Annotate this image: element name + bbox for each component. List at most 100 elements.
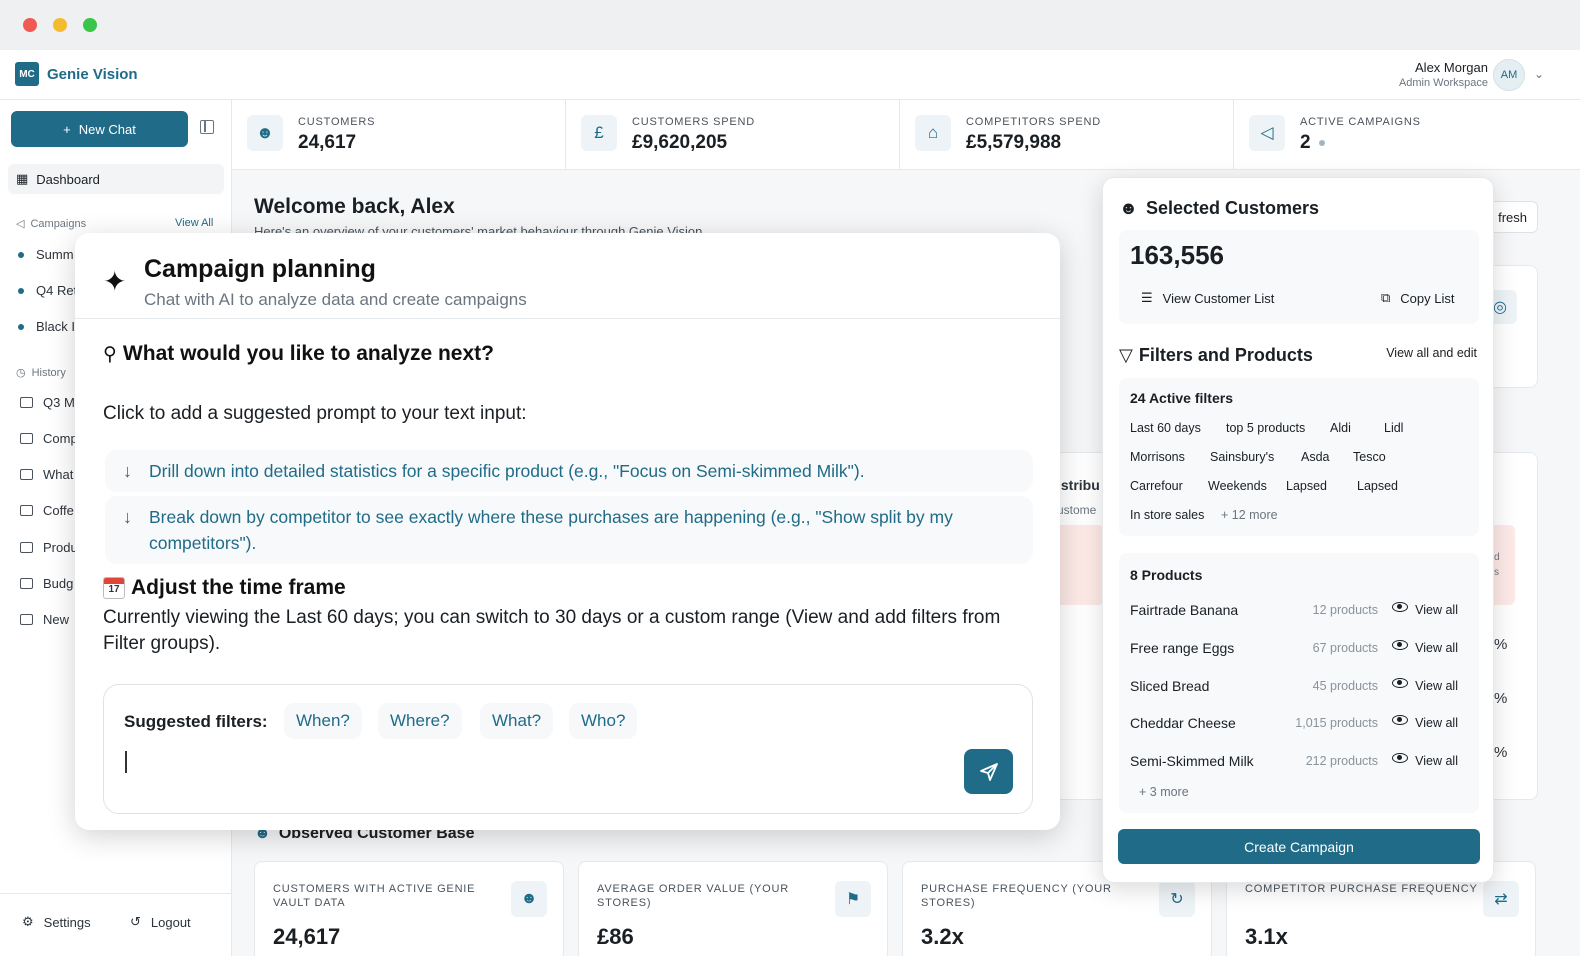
stat-label: COMPETITOR PURCHASE FREQUENCY — [1245, 883, 1478, 895]
filter-tag[interactable]: Morrisons — [1123, 446, 1192, 468]
filter-tag[interactable]: Carrefour — [1123, 475, 1190, 497]
filter-tag[interactable]: In store sales — [1123, 504, 1212, 526]
page-title: Welcome back, Alex — [254, 195, 455, 218]
users-icon: ☻ — [247, 115, 283, 151]
filter-tag[interactable]: Lapsed — [1279, 475, 1335, 497]
filter-chip-who[interactable]: Who? — [569, 703, 638, 739]
filter-tag[interactable]: Lidl — [1377, 417, 1411, 439]
sidebar-campaign-item[interactable]: Summ — [18, 247, 74, 262]
send-button[interactable] — [964, 749, 1013, 794]
view-all-link[interactable]: View all — [1415, 716, 1458, 730]
sidebar-toggle-icon[interactable] — [200, 120, 214, 134]
settings-button[interactable]: ⚙ Settings — [22, 914, 91, 930]
filter-icon: ▽ — [1119, 345, 1133, 365]
filter-tag[interactable]: Asda — [1294, 446, 1337, 468]
prompt-intro: Click to add a suggested prompt to your … — [103, 403, 527, 424]
copy-list-label: Copy List — [1400, 290, 1455, 306]
app-title[interactable]: Genie Vision — [47, 66, 138, 83]
active-filters-box: 24 Active filters Last 60 days top 5 pro… — [1119, 378, 1479, 536]
stat-label: CUSTOMERS WITH ACTIVE GENIE VAULT DATA — [273, 883, 476, 909]
sidebar-campaign-item[interactable]: Q4 Ret — [18, 283, 77, 298]
history-item[interactable]: Produ — [20, 540, 78, 555]
kpi-label: ACTIVE CAMPAIGNS — [1300, 116, 1421, 128]
filter-tag[interactable]: Tesco — [1346, 446, 1393, 468]
sidebar-item-label: Dashboard — [36, 171, 100, 187]
new-chat-label: New Chat — [78, 121, 136, 137]
logout-button[interactable]: ↺ Logout — [130, 914, 191, 930]
filter-tag[interactable]: Aldi — [1323, 417, 1358, 439]
filter-chip-where[interactable]: Where? — [378, 703, 462, 739]
product-name: Fairtrade Banana — [1130, 602, 1239, 618]
history-item[interactable]: Q3 M — [20, 395, 75, 410]
pound-icon: £ — [581, 115, 617, 151]
kpi-value: £9,620,205 — [632, 132, 728, 153]
adjust-heading: 17 Adjust the time frame — [103, 576, 346, 600]
filter-tag[interactable]: Lapsed — [1350, 475, 1406, 497]
create-campaign-button[interactable]: Create Campaign — [1118, 829, 1480, 864]
view-customer-list-button[interactable]: ☰ View Customer List — [1141, 290, 1274, 306]
sidebar-campaign-item[interactable]: Black I — [18, 319, 75, 334]
history-item[interactable]: Budg — [20, 576, 73, 591]
cart-icon: ⚑ — [835, 881, 871, 917]
logo-badge: MC — [15, 62, 39, 86]
filter-tag[interactable]: Last 60 days — [1123, 417, 1208, 439]
filter-chip-when[interactable]: When? — [284, 703, 362, 739]
close-window-button[interactable] — [23, 18, 37, 32]
product-count: 67 products — [1312, 641, 1378, 655]
products-title: 8 Products — [1130, 567, 1203, 583]
kpi-value: £5,579,988 — [966, 132, 1062, 153]
filter-tag[interactable]: Sainsbury's — [1203, 446, 1282, 468]
stat-value: 3.2x — [921, 924, 964, 949]
product-row: Free range Eggs 67 products View all — [1130, 638, 1470, 660]
product-count: 45 products — [1312, 679, 1378, 693]
campaigns-view-all-link[interactable]: View All — [175, 217, 213, 229]
view-all-link[interactable]: View all — [1415, 603, 1458, 617]
history-label: New — [43, 612, 70, 627]
history-item[interactable]: New — [20, 612, 69, 627]
partial-percent: % — [1494, 636, 1508, 653]
view-all-link[interactable]: View all — [1415, 754, 1458, 768]
stat-label: PURCHASE FREQUENCY (YOUR STORES) — [921, 883, 1112, 909]
sidebar-item-dashboard[interactable]: ▦ Dashboard — [8, 164, 224, 194]
settings-label: Settings — [43, 914, 91, 930]
history-item[interactable]: Comp — [20, 431, 78, 446]
suggested-prompt[interactable]: ↓ Break down by competitor to see exactl… — [105, 496, 1033, 564]
view-all-link[interactable]: View all — [1415, 641, 1458, 655]
campaign-planning-modal: ✦ Campaign planning Chat with AI to anal… — [75, 233, 1060, 830]
history-item[interactable]: Coffe — [20, 503, 74, 518]
product-name: Cheddar Cheese — [1130, 715, 1236, 731]
maximize-window-button[interactable] — [83, 18, 97, 32]
filter-chip-what[interactable]: What? — [480, 703, 554, 739]
eye-icon[interactable] — [1392, 640, 1408, 650]
copy-list-button[interactable]: ⧉ Copy List — [1381, 290, 1455, 306]
stat-card: AVERAGE ORDER VALUE (YOUR STORES) ⚑ £86 — [578, 861, 888, 956]
stat-value: 3.1x — [1245, 924, 1288, 949]
clock-icon: ◷ — [16, 367, 26, 379]
logout-label: Logout — [150, 914, 191, 930]
stat-value: £86 — [597, 924, 634, 949]
kpi-customers-spend: £ CUSTOMERS SPEND £9,620,205 — [566, 100, 900, 170]
view-all-link[interactable]: View all — [1415, 679, 1458, 693]
more-products-link[interactable]: + 3 more — [1139, 785, 1189, 799]
new-chat-button[interactable]: + New Chat — [11, 111, 188, 147]
view-all-edit-link[interactable]: View all and edit — [1386, 346, 1477, 360]
eye-icon[interactable] — [1392, 715, 1408, 725]
chevron-down-icon[interactable]: ⌄ — [1534, 67, 1544, 81]
eye-icon[interactable] — [1392, 602, 1408, 612]
chat-input-box[interactable]: Suggested filters: When? Where? What? Wh… — [103, 684, 1033, 814]
more-filters-link[interactable]: + 12 more — [1214, 504, 1285, 526]
filter-tag[interactable]: top 5 products — [1219, 417, 1313, 439]
avatar[interactable]: AM — [1493, 59, 1525, 91]
status-dot — [18, 323, 24, 330]
minimize-window-button[interactable] — [53, 18, 67, 32]
grid-icon: ▦ — [16, 171, 29, 186]
suggested-prompt[interactable]: ↓ Drill down into detailed statistics fo… — [105, 450, 1033, 492]
history-item[interactable]: What — [20, 467, 73, 482]
eye-icon[interactable] — [1392, 678, 1408, 688]
chat-bubble-icon — [20, 433, 33, 444]
eye-icon[interactable] — [1392, 753, 1408, 763]
gear-icon: ⚙ — [22, 914, 34, 929]
kpi-label: CUSTOMERS SPEND — [632, 116, 756, 128]
filter-tag[interactable]: Weekends — [1201, 475, 1274, 497]
adjust-heading-text: Adjust the time frame — [131, 576, 346, 599]
